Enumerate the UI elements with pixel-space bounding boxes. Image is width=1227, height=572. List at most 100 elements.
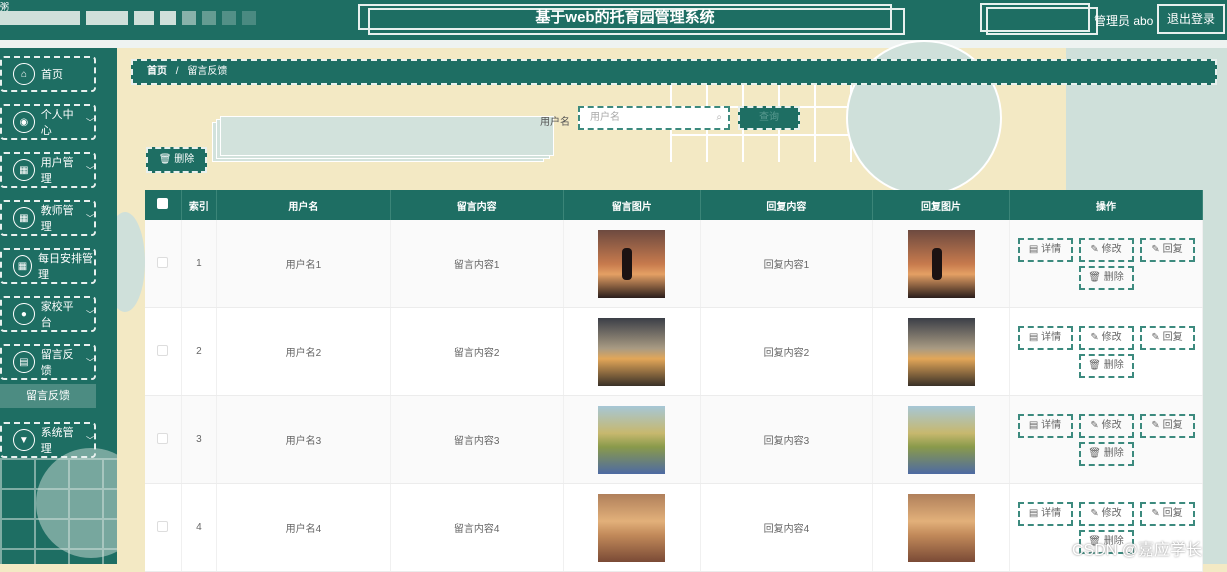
sidebar-item-system[interactable]: ▼ 系统管理 ﹀ <box>0 422 96 458</box>
top-bar-underline <box>0 40 1227 48</box>
breadcrumb-current: 留言反馈 <box>187 66 228 77</box>
reply-icon: ✎ <box>1151 419 1163 431</box>
feedback-image[interactable] <box>598 317 666 386</box>
row-checkbox-cell[interactable] <box>145 395 182 484</box>
user-box-outline-2 <box>986 7 1098 35</box>
checkbox[interactable] <box>157 432 169 444</box>
batch-delete-label: 删除 <box>174 154 195 165</box>
edit-button[interactable]: ✎ 修改 <box>1078 237 1134 262</box>
trash-icon: 🗑 <box>1088 359 1104 371</box>
search-input[interactable]: 用户名 ⌕ <box>578 106 730 130</box>
sidebar-item-users[interactable]: ▦ 用户管理 ﹀ <box>0 152 96 188</box>
reply-image[interactable] <box>907 493 975 562</box>
cell-reply-image <box>872 220 1010 308</box>
trash-icon: 🗑 <box>1088 271 1104 283</box>
system-title: 基于web的托育园管理系统 <box>358 4 892 30</box>
reply-button[interactable]: ✎ 回复 <box>1139 237 1195 262</box>
sidebar-item-daily-schedule[interactable]: ▦ 每日安排管理 <box>0 248 96 284</box>
cell-content: 留言内容4 <box>390 483 564 572</box>
edit-icon: ✎ <box>1090 331 1102 343</box>
grid-icon: ▦ <box>13 207 35 229</box>
detail-button[interactable]: ▤ 详情 <box>1017 237 1073 262</box>
reply-image[interactable] <box>907 405 975 474</box>
delete-button[interactable]: 🗑 删除 <box>1078 353 1134 378</box>
detail-label: 详情 <box>1041 243 1062 255</box>
checkbox[interactable] <box>157 256 169 268</box>
sidebar-item-home[interactable]: ⌂ 首页 <box>0 56 96 92</box>
feedback-image[interactable] <box>598 405 666 474</box>
breadcrumb: 首页 / 留言反馈 <box>131 59 1217 85</box>
search-label: 用户名 <box>540 117 570 128</box>
reply-button[interactable]: ✎ 回复 <box>1139 501 1195 526</box>
header-select-all[interactable] <box>145 190 182 220</box>
edit-icon: ✎ <box>1090 243 1102 255</box>
cell-content: 留言内容2 <box>390 307 564 396</box>
grid-icon: ▦ <box>13 255 32 277</box>
chevron-down-icon: ﹀ <box>86 165 94 175</box>
reply-icon: ✎ <box>1151 507 1163 519</box>
detail-label: 详情 <box>1041 331 1062 343</box>
sidebar-item-feedback[interactable]: ▤ 留言反馈 ﹀ <box>0 344 96 380</box>
feedback-image[interactable] <box>598 493 666 562</box>
reply-label: 回复 <box>1162 507 1183 519</box>
row-checkbox-cell[interactable] <box>145 307 182 396</box>
sidebar-item-label: 个人中心 <box>40 109 74 137</box>
sidebar-subitem-feedback[interactable]: 留言反馈 <box>0 384 96 408</box>
edit-button[interactable]: ✎ 修改 <box>1078 501 1134 526</box>
delete-label: 删除 <box>1103 271 1124 283</box>
feedback-image[interactable] <box>598 229 666 298</box>
cell-actions: ▤ 详情 ✎ 修改 ✎ 回复 🗑 删除 <box>1009 220 1203 308</box>
row-checkbox-cell[interactable] <box>145 220 182 308</box>
delete-button[interactable]: 🗑 删除 <box>1078 441 1134 466</box>
cell-content: 留言内容3 <box>390 395 564 484</box>
breadcrumb-separator: / <box>175 66 179 77</box>
sidebar-decor-grid <box>0 458 117 564</box>
cell-content: 留言内容1 <box>390 220 564 308</box>
reply-button[interactable]: ✎ 回复 <box>1139 325 1195 350</box>
sidebar-item-label: 家校平台 <box>40 301 74 329</box>
edit-button[interactable]: ✎ 修改 <box>1078 325 1134 350</box>
sidebar-item-label: 每日安排管理 <box>37 253 93 281</box>
row-checkbox-cell[interactable] <box>145 483 182 572</box>
cell-reply: 回复内容2 <box>700 307 874 396</box>
checkbox[interactable] <box>157 520 169 532</box>
detail-button[interactable]: ▤ 详情 <box>1017 325 1073 350</box>
reply-label: 回复 <box>1162 331 1183 343</box>
reply-image[interactable] <box>907 229 975 298</box>
header-content: 留言内容 <box>390 190 564 220</box>
search-button[interactable]: 查询 <box>738 106 800 130</box>
cell-index: 1 <box>181 220 218 308</box>
reply-icon: ✎ <box>1151 243 1163 255</box>
delete-button[interactable]: 🗑 删除 <box>1078 265 1134 290</box>
sidebar-item-label: 系统管理 <box>40 427 74 455</box>
decor-card <box>220 116 554 156</box>
user-label: 管理员 abo <box>1094 14 1154 28</box>
detail-button[interactable]: ▤ 详情 <box>1017 413 1073 438</box>
table-row: 2 用户名2 留言内容2 回复内容2 ▤ 详情 ✎ 修改 ✎ 回复 🗑 删除 <box>145 307 1203 396</box>
edit-button[interactable]: ✎ 修改 <box>1078 413 1134 438</box>
sidebar-item-teachers[interactable]: ▦ 教师管理 ﹀ <box>0 200 96 236</box>
batch-delete-button[interactable]: 🗑 删除 <box>146 147 207 173</box>
cell-index: 2 <box>181 307 218 396</box>
checkbox[interactable] <box>157 198 169 209</box>
reply-image[interactable] <box>907 317 975 386</box>
sidebar-item-profile[interactable]: ◉ 个人中心 ﹀ <box>0 104 96 140</box>
cell-actions: ▤ 详情 ✎ 修改 ✎ 回复 🗑 删除 <box>1009 395 1203 484</box>
trash-icon: 🗑 <box>158 154 172 165</box>
sidebar-item-home-school[interactable]: ● 家校平台 ﹀ <box>0 296 96 332</box>
detail-icon: ▤ <box>1028 331 1042 343</box>
table-header-row: 索引 用户名 留言内容 留言图片 回复内容 回复图片 操作 <box>145 190 1203 220</box>
detail-icon: ▤ <box>1028 507 1042 519</box>
reply-button[interactable]: ✎ 回复 <box>1139 413 1195 438</box>
logout-button[interactable]: 退出登录 <box>1157 4 1225 34</box>
edit-label: 修改 <box>1101 331 1122 343</box>
detail-button[interactable]: ▤ 详情 <box>1017 501 1073 526</box>
person-icon: ◉ <box>13 111 35 133</box>
cell-image <box>563 395 701 484</box>
cell-reply-image <box>872 307 1010 396</box>
trophy-icon: ▼ <box>13 429 35 451</box>
breadcrumb-home[interactable]: 首页 <box>147 66 167 77</box>
table-row: 3 用户名3 留言内容3 回复内容3 ▤ 详情 ✎ 修改 ✎ 回复 🗑 删除 <box>145 395 1203 484</box>
checkbox[interactable] <box>157 344 169 356</box>
sidebar-item-label: 首页 <box>41 69 63 81</box>
